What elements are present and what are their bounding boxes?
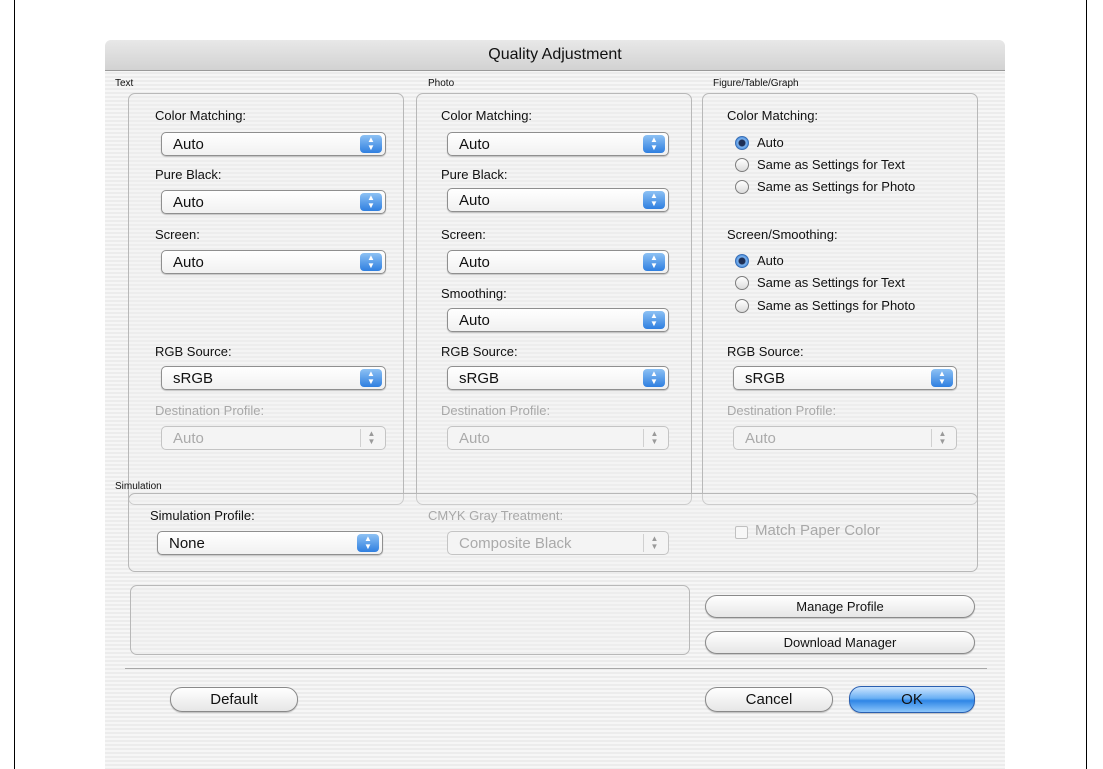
photo-pure-black-label: Pure Black: [441, 167, 508, 182]
simulation-profile-label: Simulation Profile: [150, 508, 255, 523]
radio-label: Auto [757, 135, 784, 150]
text-pure-black-popup[interactable]: Auto ▲ ▼ [161, 190, 386, 214]
radio-label: Same as Settings for Photo [757, 298, 916, 313]
popup-value: None [169, 535, 205, 552]
popup-value: sRGB [745, 370, 786, 387]
up-down-arrows-icon: ▲ ▼ [643, 534, 665, 552]
up-down-arrows-icon: ▲ ▼ [360, 429, 382, 447]
ok-button[interactable]: OK [849, 686, 975, 713]
up-down-arrows-icon: ▲ ▼ [931, 369, 953, 387]
window-title: Quality Adjustment [488, 46, 622, 63]
photo-rgb-source-popup[interactable]: sRGB ▲ ▼ [447, 366, 669, 390]
photo-color-matching-popup[interactable]: Auto ▲ ▼ [447, 132, 669, 156]
cancel-button[interactable]: Cancel [705, 687, 833, 712]
popup-value: sRGB [459, 370, 500, 387]
photo-color-matching-label: Color Matching: [441, 108, 533, 123]
text-rgb-source-label: RGB Source: [155, 344, 232, 359]
manage-profile-button[interactable]: Manage Profile [705, 595, 975, 618]
figure-screen-smoothing-label: Screen/Smoothing: [727, 227, 838, 242]
radio-label: Same as Settings for Text [757, 157, 905, 172]
up-down-arrows-icon: ▲ ▼ [931, 429, 953, 447]
popup-value: Auto [745, 430, 776, 447]
radio-selected-icon [735, 254, 749, 268]
text-pure-black-label: Pure Black: [155, 167, 222, 182]
photo-group-label: Photo [428, 78, 455, 89]
download-manager-button[interactable]: Download Manager [705, 631, 975, 654]
text-screen-label: Screen: [155, 227, 200, 242]
popup-value: Auto [173, 430, 204, 447]
photo-rgb-source-label: RGB Source: [441, 344, 518, 359]
photo-smoothing-label: Smoothing: [441, 286, 507, 301]
text-color-matching-popup[interactable]: Auto ▲ ▼ [161, 132, 386, 156]
radio-unselected-icon [735, 180, 749, 194]
match-paper-color-checkbox[interactable] [735, 526, 748, 539]
radio-label: Same as Settings for Text [757, 275, 905, 290]
radio-unselected-icon [735, 299, 749, 313]
figure-destination-profile-popup[interactable]: Auto ▲ ▼ [733, 426, 957, 450]
popup-value: Auto [459, 136, 490, 153]
popup-value: sRGB [173, 370, 214, 387]
figure-color-matching-label: Color Matching: [727, 108, 819, 123]
up-down-arrows-icon: ▲ ▼ [643, 135, 665, 153]
text-screen-popup[interactable]: Auto ▲ ▼ [161, 250, 386, 274]
titlebar: Quality Adjustment [105, 40, 1005, 71]
radio-unselected-icon [735, 276, 749, 290]
radio-label: Same as Settings for Photo [757, 179, 916, 194]
up-down-arrows-icon: ▲ ▼ [643, 369, 665, 387]
up-down-arrows-icon: ▲ ▼ [643, 191, 665, 209]
simulation-profile-popup[interactable]: None ▲ ▼ [157, 531, 383, 555]
up-down-arrows-icon: ▲ ▼ [360, 193, 382, 211]
up-down-arrows-icon: ▲ ▼ [357, 534, 379, 552]
photo-destination-profile-popup[interactable]: Auto ▲ ▼ [447, 426, 669, 450]
popup-value: Auto [459, 192, 490, 209]
up-down-arrows-icon: ▲ ▼ [360, 135, 382, 153]
photo-smoothing-popup[interactable]: Auto ▲ ▼ [447, 308, 669, 332]
photo-pure-black-popup[interactable]: Auto ▲ ▼ [447, 188, 669, 212]
popup-value: Auto [173, 254, 204, 271]
radio-unselected-icon [735, 158, 749, 172]
text-destination-profile-label: Destination Profile: [155, 403, 265, 418]
photo-screen-label: Screen: [441, 227, 486, 242]
text-group-label: Text [115, 78, 134, 89]
photo-screen-popup[interactable]: Auto ▲ ▼ [447, 250, 669, 274]
popup-value: Composite Black [459, 535, 572, 552]
up-down-arrows-icon: ▲ ▼ [360, 369, 382, 387]
up-down-arrows-icon: ▲ ▼ [360, 253, 382, 271]
message-area [130, 585, 690, 655]
simulation-group-label: Simulation [115, 481, 162, 492]
cmyk-gray-treatment-popup[interactable]: Composite Black ▲ ▼ [447, 531, 669, 555]
popup-value: Auto [173, 136, 204, 153]
photo-destination-profile-label: Destination Profile: [441, 403, 551, 418]
quality-adjustment-dialog: Quality Adjustment Text Color Matching: … [105, 40, 1005, 769]
text-rgb-source-popup[interactable]: sRGB ▲ ▼ [161, 366, 386, 390]
figure-rgb-source-popup[interactable]: sRGB ▲ ▼ [733, 366, 957, 390]
up-down-arrows-icon: ▲ ▼ [643, 429, 665, 447]
text-color-matching-label: Color Matching: [155, 108, 247, 123]
popup-value: Auto [459, 312, 490, 329]
radio-selected-icon [735, 136, 749, 150]
popup-value: Auto [459, 430, 490, 447]
cmyk-gray-treatment-label: CMYK Gray Treatment: [428, 508, 564, 523]
match-paper-color-label: Match Paper Color [755, 522, 881, 539]
up-down-arrows-icon: ▲ ▼ [643, 311, 665, 329]
popup-value: Auto [173, 194, 204, 211]
default-button[interactable]: Default [170, 687, 298, 712]
figure-destination-profile-label: Destination Profile: [727, 403, 837, 418]
separator [125, 668, 987, 669]
figure-rgb-source-label: RGB Source: [727, 344, 804, 359]
figure-group-label: Figure/Table/Graph [713, 78, 799, 89]
text-destination-profile-popup[interactable]: Auto ▲ ▼ [161, 426, 386, 450]
radio-label: Auto [757, 253, 784, 268]
popup-value: Auto [459, 254, 490, 271]
up-down-arrows-icon: ▲ ▼ [643, 253, 665, 271]
